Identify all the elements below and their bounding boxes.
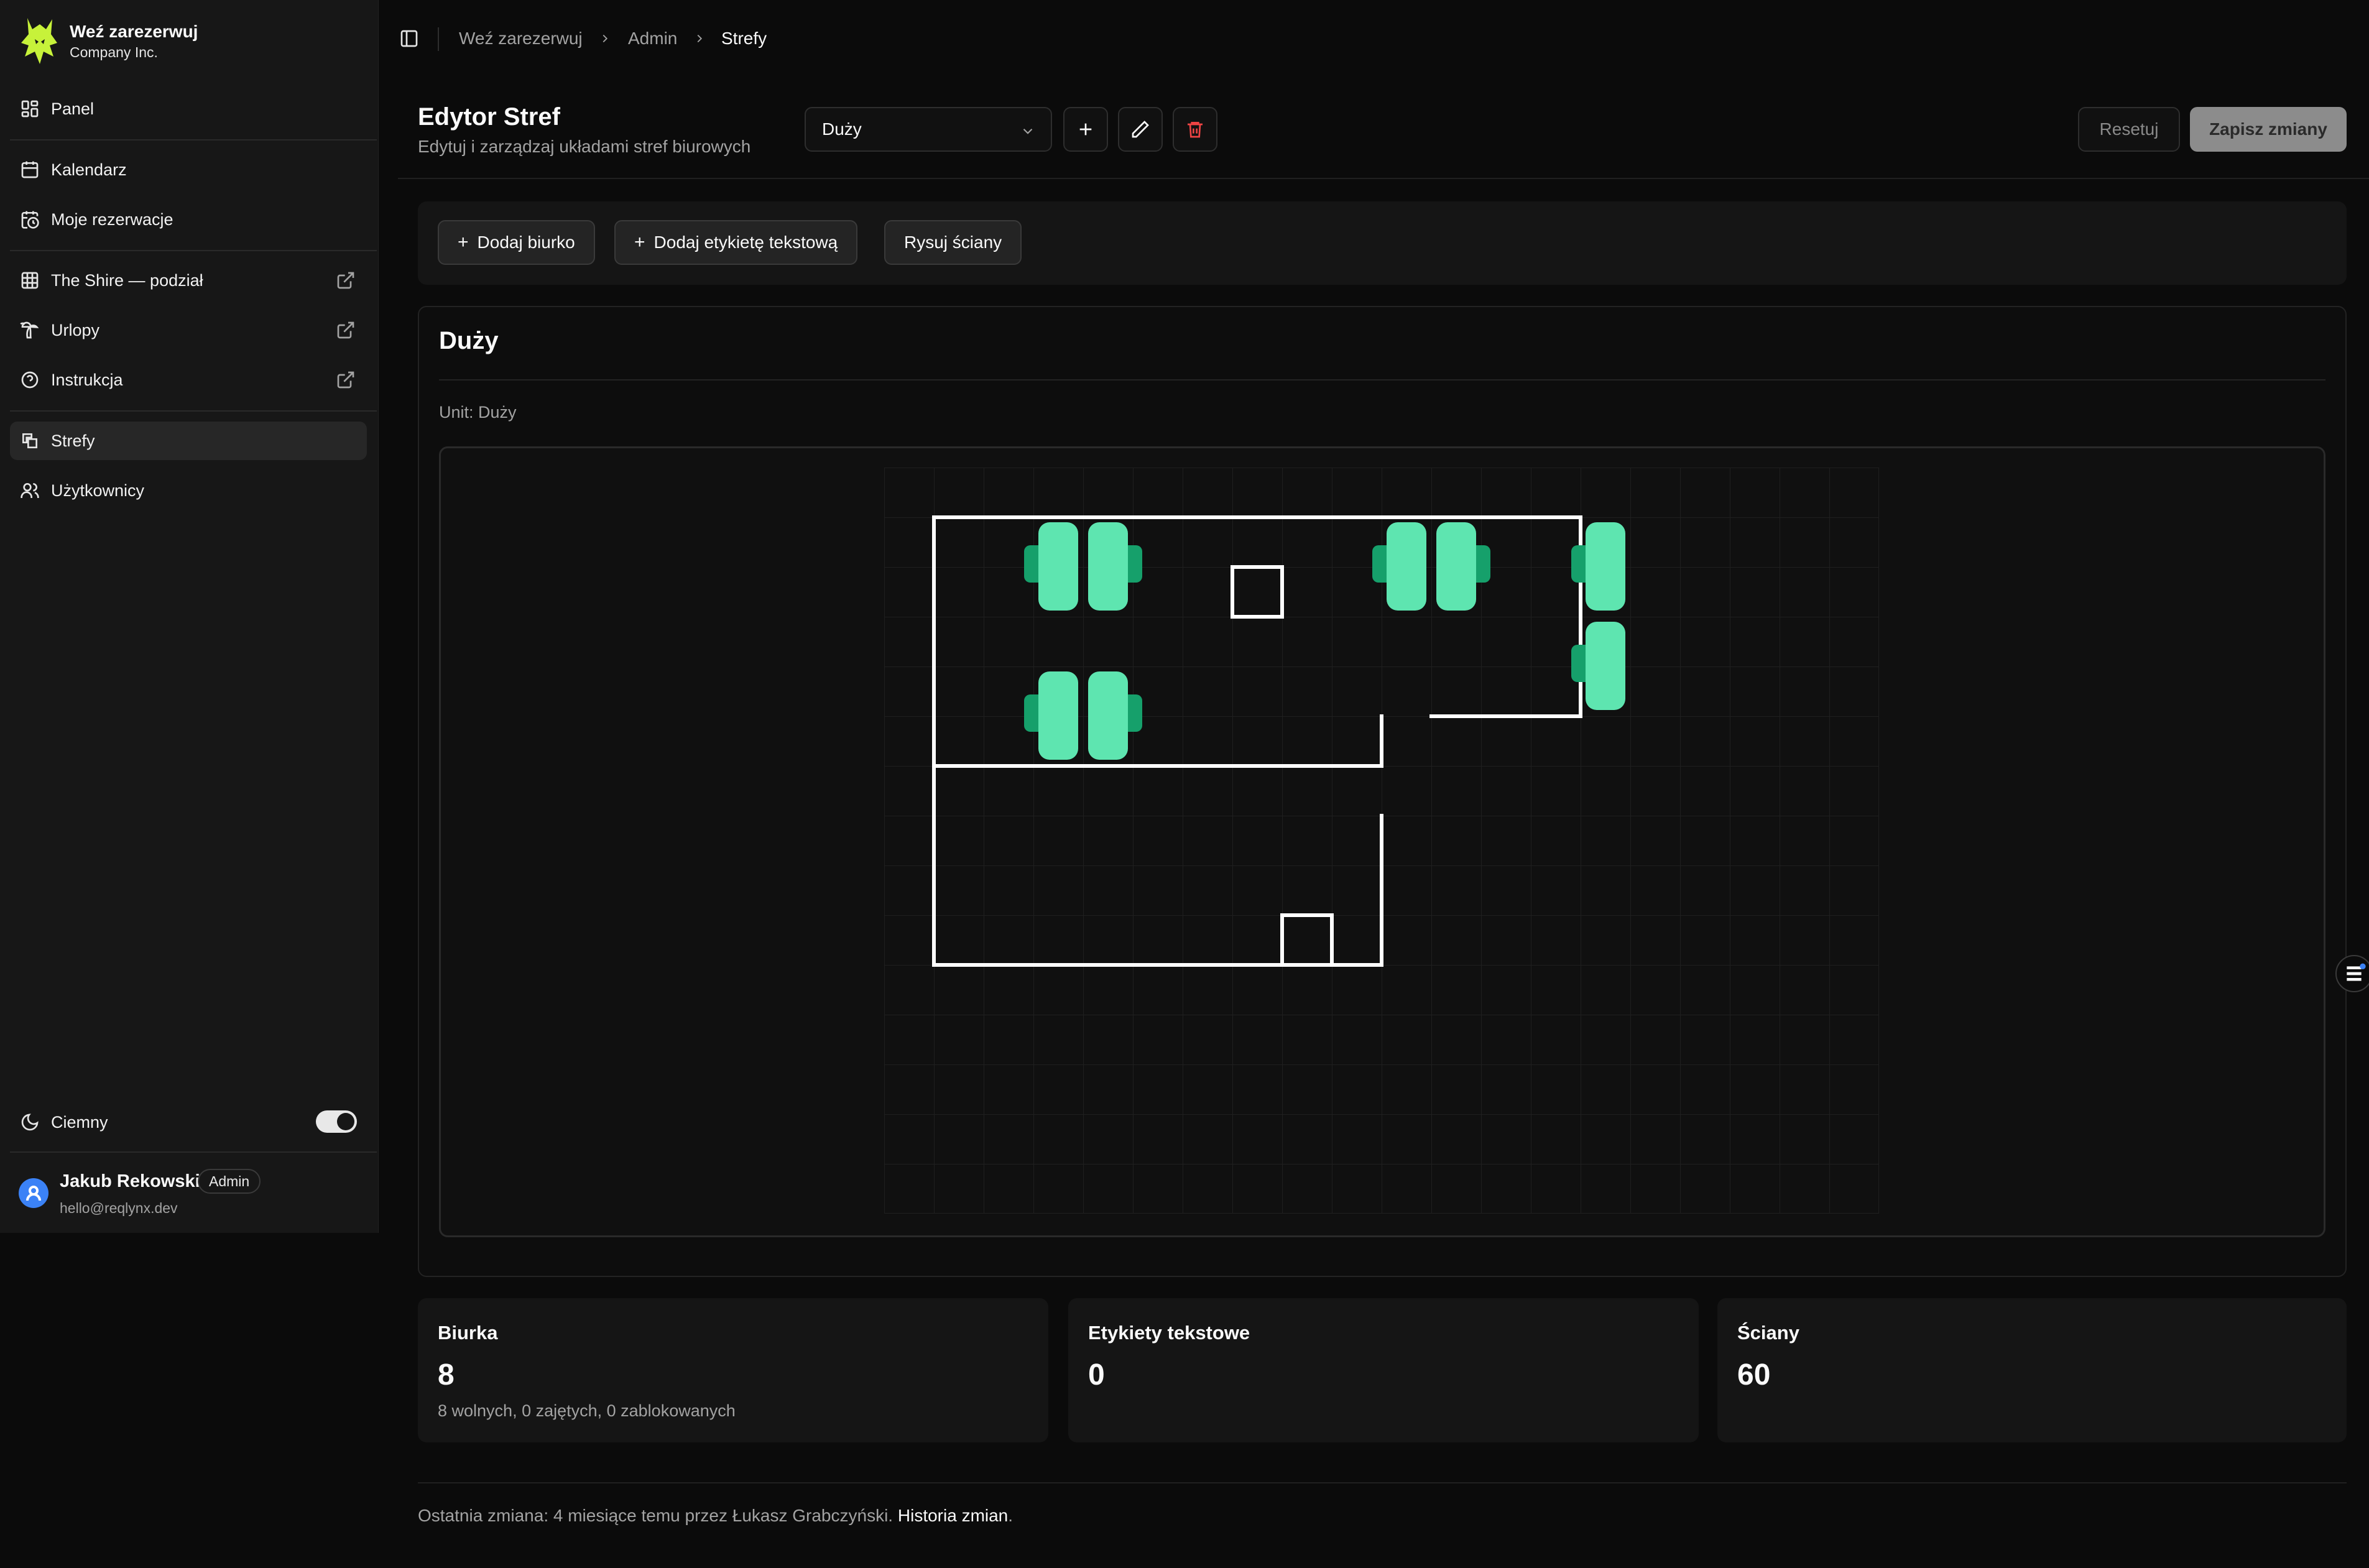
- footer-period: .: [1008, 1506, 1014, 1525]
- table-icon: [21, 272, 39, 289]
- sidebar-item-panel[interactable]: Panel: [10, 90, 367, 128]
- external-link-icon: [337, 321, 354, 339]
- breadcrumb-home[interactable]: Weź zarezerwuj: [459, 29, 583, 48]
- draw-walls-button[interactable]: Rysuj ściany: [884, 220, 1022, 265]
- plus-icon: +: [634, 232, 645, 252]
- floorplan[interactable]: [884, 468, 1879, 1214]
- card-divider: [439, 379, 2325, 380]
- sidebar-item-label: Urlopy: [51, 320, 100, 339]
- sidebar-item-the-shire[interactable]: The Shire — podział: [10, 261, 367, 300]
- calendar-icon: [21, 161, 39, 178]
- page-subtitle: Edytuj i zarządzaj układami stref biurow…: [418, 137, 751, 156]
- brand-name: Weź zarezerwuj: [70, 22, 198, 41]
- external-link-icon: [337, 371, 354, 389]
- last-change-text: Ostatnia zmiana: 4 miesiące temu przez Ł…: [418, 1506, 894, 1525]
- sidebar-divider: [10, 1151, 377, 1153]
- edit-zone-button[interactable]: [1118, 107, 1163, 152]
- stat-card-walls: Ściany 60: [1717, 1298, 2347, 1442]
- theme-switcher: Ciemny: [10, 1103, 358, 1141]
- external-link-icon: [337, 272, 354, 289]
- sidebar-item-label: Moje rezerwacje: [51, 210, 173, 229]
- trash-icon: [1188, 122, 1203, 138]
- role-badge: Admin: [198, 1169, 261, 1194]
- breadcrumb-current: Strefy: [721, 29, 767, 48]
- delete-zone-button[interactable]: [1173, 107, 1217, 152]
- stat-value: 60: [1737, 1358, 1771, 1391]
- sidebar-item-urlopy[interactable]: Urlopy: [10, 311, 367, 349]
- sidebar-item-label: Strefy: [51, 431, 95, 450]
- brand-company: Company Inc.: [70, 44, 158, 60]
- add-text-label-label: Dodaj etykietę tekstową: [653, 233, 838, 252]
- stat-value: 0: [1088, 1358, 1105, 1391]
- sidebar-item-uzytkownicy[interactable]: Użytkownicy: [10, 471, 367, 510]
- users-icon: [21, 483, 39, 498]
- change-history-link[interactable]: Historia zmian: [898, 1506, 1008, 1525]
- reset-button[interactable]: Resetuj: [2078, 107, 2180, 152]
- help-circle-icon: [21, 371, 39, 389]
- palm-tree-icon: [20, 321, 39, 339]
- header-divider: [398, 178, 2369, 179]
- draw-walls-label: Rysuj ściany: [904, 233, 1002, 252]
- chevron-down-icon: [1023, 128, 1033, 134]
- zone-select-value: Duży: [822, 119, 862, 139]
- panel-handle[interactable]: [2335, 955, 2369, 992]
- stat-label: Biurka: [438, 1322, 498, 1344]
- last-change-note: Ostatnia zmiana: 4 miesiące temu przez Ł…: [418, 1506, 1013, 1526]
- avatar[interactable]: [19, 1178, 48, 1208]
- footer-divider: [418, 1482, 2347, 1483]
- sidebar: Weź zarezerwuj Company Inc. Panel Kalend…: [0, 0, 379, 1233]
- add-desk-button[interactable]: + Dodaj biurko: [438, 220, 595, 265]
- topbar-divider: [438, 27, 439, 51]
- lynx-logo-icon: [21, 18, 57, 64]
- plus-icon: [1079, 123, 1092, 136]
- sidebar-divider: [10, 410, 377, 412]
- chevron-right-icon: [697, 34, 703, 43]
- sidebar-item-label: The Shire — podział: [51, 270, 203, 290]
- zone-unit: Unit: Duży: [439, 403, 517, 422]
- sidebar-item-label: Instrukcja: [51, 370, 123, 389]
- add-zone-button[interactable]: [1063, 107, 1108, 152]
- sidebar-item-kalendarz[interactable]: Kalendarz: [10, 150, 367, 189]
- save-button[interactable]: Zapisz zmiany: [2190, 107, 2347, 152]
- sidebar-item-label: Kalendarz: [51, 160, 127, 179]
- calendar-clock-icon: [21, 211, 39, 229]
- sidebar-item-strefy[interactable]: Strefy: [10, 422, 367, 460]
- stat-card-text-labels: Etykiety tekstowe 0: [1068, 1298, 1699, 1442]
- user-icon: [26, 1186, 41, 1201]
- brand[interactable]: Weź zarezerwuj Company Inc.: [19, 16, 198, 67]
- stat-subtext: 8 wolnych, 0 zajętych, 0 zablokowanych: [438, 1401, 736, 1420]
- add-desk-label: Dodaj biurko: [477, 233, 575, 252]
- theme-toggle[interactable]: [316, 1110, 357, 1133]
- plus-icon: +: [458, 232, 469, 252]
- add-text-label-button[interactable]: + Dodaj etykietę tekstową: [614, 220, 858, 265]
- sidebar-item-label: Panel: [51, 99, 95, 118]
- stat-card-desks: Biurka 8 8 wolnych, 0 zajętych, 0 zablok…: [418, 1298, 1048, 1442]
- sidebar-item-moje-rezerwacje[interactable]: Moje rezerwacje: [10, 200, 367, 239]
- toggle-knob: [337, 1113, 354, 1130]
- sidebar-divider: [10, 250, 377, 251]
- chevron-right-icon: [603, 34, 608, 43]
- menu-icon: [2347, 963, 2366, 981]
- user-email: hello@reqlynx.dev: [60, 1200, 178, 1216]
- sidebar-divider: [10, 139, 377, 141]
- stat-label: Ściany: [1737, 1322, 1799, 1344]
- moon-icon: [21, 1114, 39, 1131]
- sidebar-item-instrukcja[interactable]: Instrukcja: [10, 361, 367, 399]
- zones-icon: [22, 433, 37, 448]
- zone-title: Duży: [439, 327, 499, 354]
- zone-select[interactable]: Duży: [805, 107, 1052, 152]
- breadcrumb-admin[interactable]: Admin: [628, 29, 677, 48]
- sidebar-toggle-icon[interactable]: [399, 29, 419, 48]
- theme-label: Ciemny: [51, 1112, 108, 1132]
- page-title: Edytor Stref: [418, 103, 560, 131]
- stat-value: 8: [438, 1358, 455, 1391]
- pencil-icon: [1132, 121, 1149, 138]
- stat-label: Etykiety tekstowe: [1088, 1322, 1250, 1344]
- user-name: Jakub Rekowski: [60, 1171, 200, 1191]
- sidebar-item-label: Użytkownicy: [51, 481, 145, 500]
- dashboard-icon: [21, 100, 39, 118]
